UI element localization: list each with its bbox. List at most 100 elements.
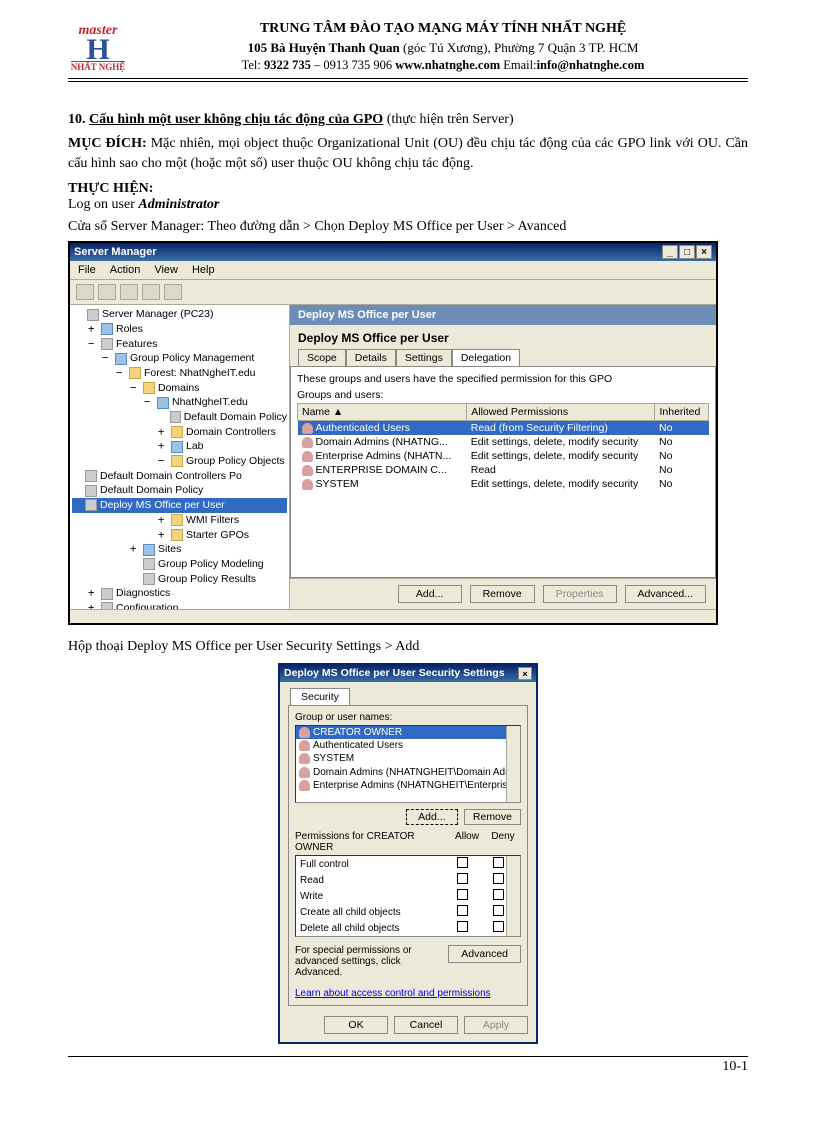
toolbar-properties-icon[interactable] bbox=[142, 284, 160, 300]
tree-item[interactable]: Group Policy Results bbox=[72, 572, 287, 587]
tab-details[interactable]: Details bbox=[346, 349, 396, 366]
table-row[interactable]: Authenticated UsersRead (from Security F… bbox=[298, 421, 709, 436]
permissions-list[interactable]: Full controlReadWriteCreate all child ob… bbox=[295, 855, 521, 937]
groups-label: Groups and users: bbox=[297, 389, 709, 401]
permission-row[interactable]: Read bbox=[296, 872, 520, 888]
page-number: 10-1 bbox=[68, 1057, 748, 1075]
tree-item[interactable]: − Domains bbox=[72, 381, 287, 396]
add-button[interactable]: Add... bbox=[398, 585, 462, 603]
col-inherited[interactable]: Inherited bbox=[655, 404, 709, 421]
menu-file[interactable]: File bbox=[78, 264, 96, 276]
tree-item[interactable]: − Features bbox=[72, 337, 287, 352]
vertical-scrollbar[interactable] bbox=[506, 726, 520, 802]
group-names-label: Group or user names: bbox=[295, 712, 521, 723]
deny-checkbox[interactable] bbox=[493, 889, 504, 900]
tab-scope[interactable]: Scope bbox=[298, 349, 346, 366]
close-button[interactable]: × bbox=[696, 245, 712, 259]
permissions-label: Permissions for CREATOR OWNER Allow Deny bbox=[295, 831, 521, 853]
tab-delegation[interactable]: Delegation bbox=[452, 349, 520, 366]
list-item[interactable]: SYSTEM bbox=[296, 752, 520, 765]
menu-action[interactable]: Action bbox=[110, 264, 141, 276]
properties-button[interactable]: Properties bbox=[543, 585, 617, 603]
apply-button[interactable]: Apply bbox=[464, 1016, 528, 1034]
logon-line: Log on user Administrator bbox=[68, 197, 748, 213]
permissions-table[interactable]: Name ▲ Allowed Permissions Inherited Aut… bbox=[297, 403, 709, 491]
tab-security[interactable]: Security bbox=[290, 688, 350, 705]
tree-item[interactable]: + Lab bbox=[72, 439, 287, 454]
table-row[interactable]: Enterprise Admins (NHATN...Edit settings… bbox=[298, 449, 709, 463]
gpo-header: Deploy MS Office per User bbox=[290, 305, 716, 325]
allow-checkbox[interactable] bbox=[457, 905, 468, 916]
allow-checkbox[interactable] bbox=[457, 857, 468, 868]
tree-item[interactable]: Default Domain Controllers Po bbox=[72, 469, 287, 484]
tree-item[interactable]: − Forest: NhatNgheIT.edu bbox=[72, 366, 287, 381]
maximize-button[interactable]: □ bbox=[679, 245, 695, 259]
list-item[interactable]: CREATOR OWNER bbox=[296, 726, 520, 739]
logo-h: H bbox=[86, 39, 109, 61]
toolbar-forward-icon[interactable] bbox=[98, 284, 116, 300]
ok-button[interactable]: OK bbox=[324, 1016, 388, 1034]
tab-settings[interactable]: Settings bbox=[396, 349, 452, 366]
allow-checkbox[interactable] bbox=[457, 889, 468, 900]
header-address: 105 Bà Huyện Thanh Quan (góc Tú Xương), … bbox=[138, 39, 748, 57]
permission-row[interactable]: Create all child objects bbox=[296, 904, 520, 920]
deny-checkbox[interactable] bbox=[493, 921, 504, 932]
tree-item[interactable]: + WMI Filters bbox=[72, 513, 287, 528]
dialog-close-button[interactable]: × bbox=[518, 667, 532, 680]
tree-item[interactable]: + Starter GPOs bbox=[72, 528, 287, 543]
list-item[interactable]: Authenticated Users bbox=[296, 739, 520, 752]
col-name[interactable]: Name ▲ bbox=[298, 404, 467, 421]
logo-brand: NHẤT NGHỆ bbox=[71, 61, 126, 72]
tree-item[interactable]: − Group Policy Management bbox=[72, 351, 287, 366]
deny-checkbox[interactable] bbox=[493, 873, 504, 884]
tree-item[interactable]: Deploy MS Office per User bbox=[72, 498, 287, 513]
learn-link[interactable]: Learn about access control and permissio… bbox=[295, 988, 491, 999]
table-row[interactable]: ENTERPRISE DOMAIN C...ReadNo bbox=[298, 463, 709, 477]
tree-item[interactable]: − NhatNgheIT.edu bbox=[72, 395, 287, 410]
permission-row[interactable]: Full control bbox=[296, 856, 520, 872]
toolbar-refresh-icon[interactable] bbox=[120, 284, 138, 300]
tree-panel[interactable]: Server Manager (PC23)+ Roles− Features− … bbox=[70, 305, 290, 609]
dlg-add-button[interactable]: Add... bbox=[406, 809, 458, 825]
toolbar bbox=[70, 280, 716, 305]
col-allowed[interactable]: Allowed Permissions bbox=[467, 404, 655, 421]
advanced-button[interactable]: Advanced... bbox=[625, 585, 706, 603]
brand-logo: master H NHẤT NGHỆ bbox=[68, 20, 128, 74]
execute-heading: THỰC HIỆN: bbox=[68, 181, 748, 197]
toolbar-help-icon[interactable] bbox=[164, 284, 182, 300]
minimize-button[interactable]: _ bbox=[662, 245, 678, 259]
deny-checkbox[interactable] bbox=[493, 857, 504, 868]
toolbar-back-icon[interactable] bbox=[76, 284, 94, 300]
tree-item[interactable]: + Configuration bbox=[72, 601, 287, 609]
horizontal-scrollbar[interactable] bbox=[70, 609, 716, 623]
tree-item[interactable]: Default Domain Policy bbox=[72, 483, 287, 498]
dlg-advanced-button[interactable]: Advanced bbox=[448, 945, 521, 963]
tree-item[interactable]: + Sites bbox=[72, 542, 287, 557]
list-item[interactable]: Enterprise Admins (NHATNGHEIT\Enterprise… bbox=[296, 779, 520, 792]
path-line: Cửa sổ Server Manager: Theo đường dẫn > … bbox=[68, 219, 748, 235]
vertical-scrollbar[interactable] bbox=[506, 856, 520, 936]
remove-button[interactable]: Remove bbox=[470, 585, 535, 603]
cancel-button[interactable]: Cancel bbox=[394, 1016, 458, 1034]
server-manager-window: Server Manager _ □ × File Action View He… bbox=[68, 241, 718, 625]
table-row[interactable]: Domain Admins (NHATNG...Edit settings, d… bbox=[298, 435, 709, 449]
tree-item[interactable]: Server Manager (PC23) bbox=[72, 307, 287, 322]
deny-checkbox[interactable] bbox=[493, 905, 504, 916]
menu-help[interactable]: Help bbox=[192, 264, 215, 276]
list-item[interactable]: Domain Admins (NHATNGHEIT\Domain Admins) bbox=[296, 766, 520, 779]
tree-item[interactable]: − Group Policy Objects bbox=[72, 454, 287, 469]
tree-item[interactable]: Group Policy Modeling bbox=[72, 557, 287, 572]
tree-item[interactable]: Default Domain Policy bbox=[72, 410, 287, 425]
permission-row[interactable]: Delete all child objects bbox=[296, 920, 520, 936]
gpo-description: These groups and users have the specifie… bbox=[297, 373, 709, 385]
tree-item[interactable]: + Diagnostics bbox=[72, 586, 287, 601]
group-list[interactable]: CREATOR OWNERAuthenticated UsersSYSTEMDo… bbox=[295, 725, 521, 803]
menu-view[interactable]: View bbox=[154, 264, 178, 276]
table-row[interactable]: SYSTEMEdit settings, delete, modify secu… bbox=[298, 477, 709, 491]
tree-item[interactable]: + Domain Controllers bbox=[72, 425, 287, 440]
allow-checkbox[interactable] bbox=[457, 921, 468, 932]
permission-row[interactable]: Write bbox=[296, 888, 520, 904]
tree-item[interactable]: + Roles bbox=[72, 322, 287, 337]
dlg-remove-button[interactable]: Remove bbox=[464, 809, 521, 825]
allow-checkbox[interactable] bbox=[457, 873, 468, 884]
